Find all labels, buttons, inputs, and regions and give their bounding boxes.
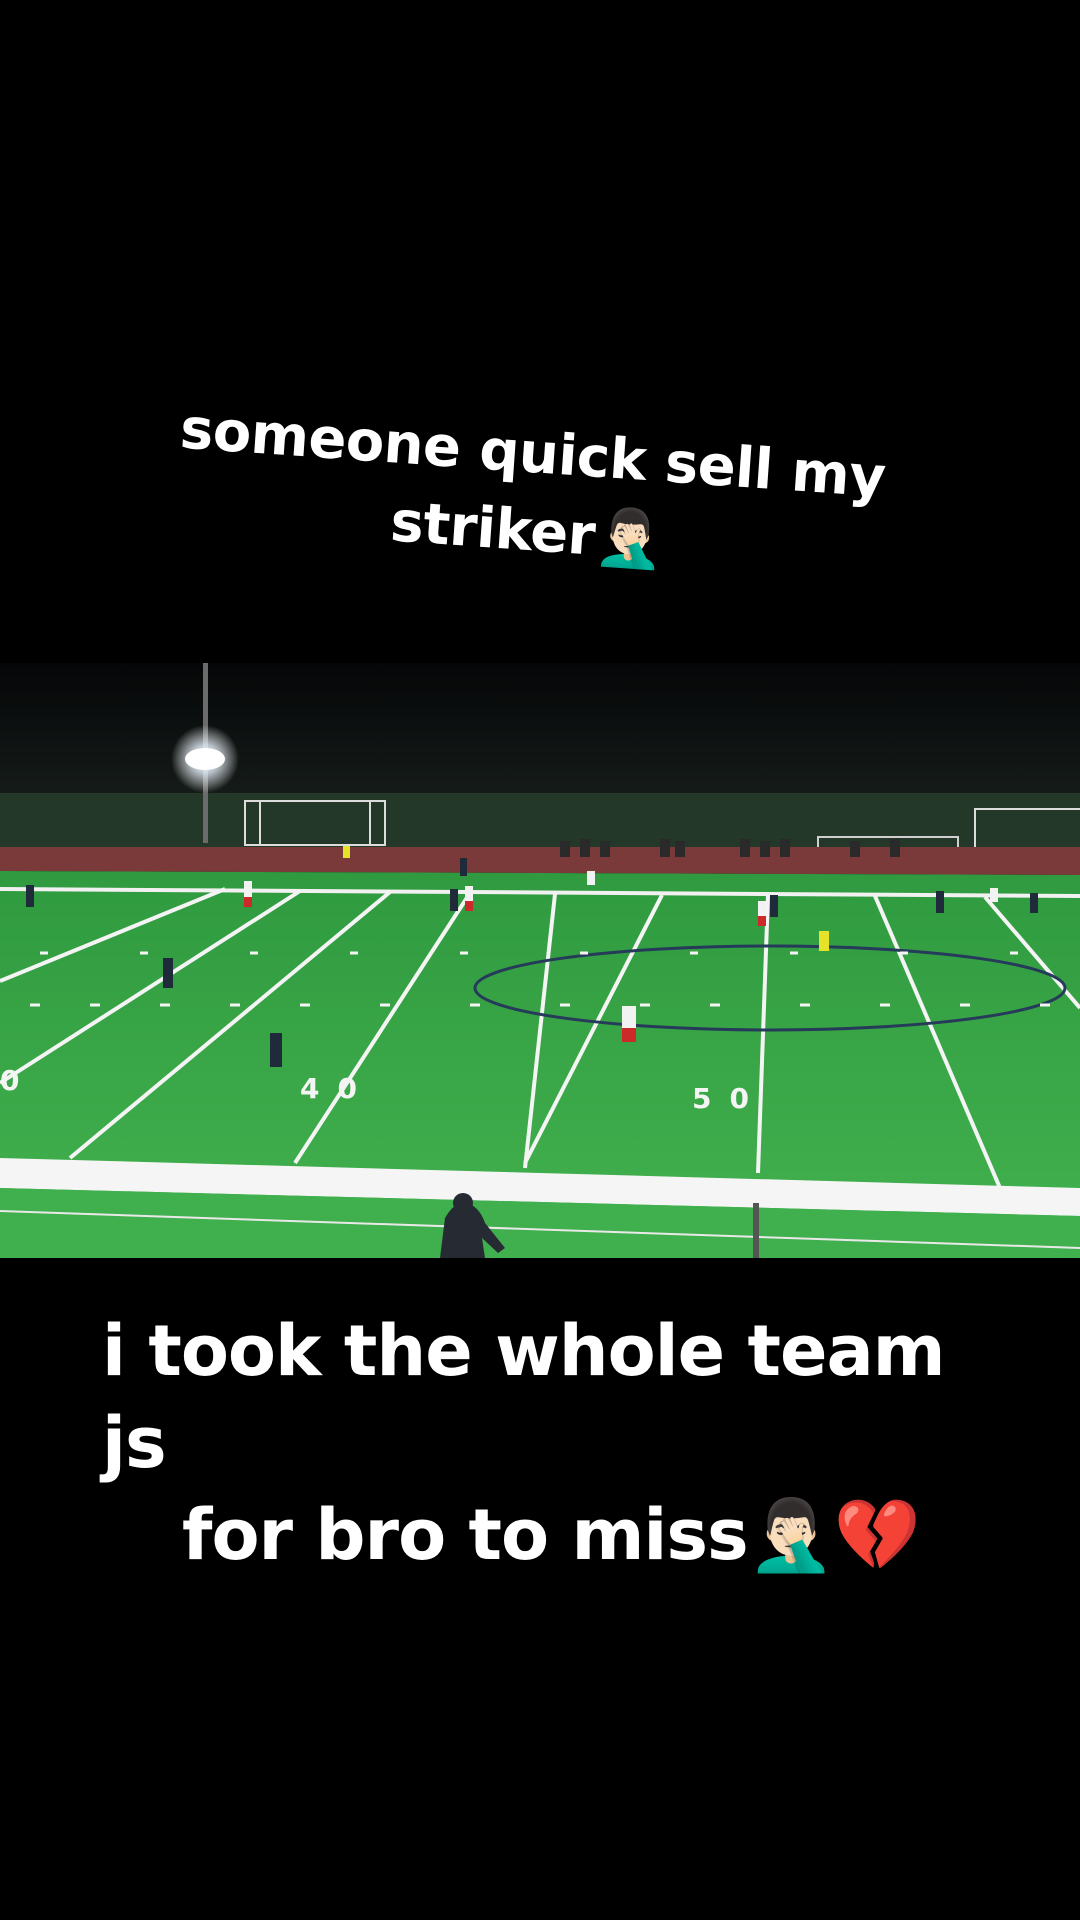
running-track <box>0 847 1080 875</box>
facepalm-emoji-icon: 🤦🏻‍♂️ <box>747 1494 835 1576</box>
bottom-caption-line2: for bro to miss <box>182 1494 749 1576</box>
yard-number-0: 0 <box>0 1064 19 1097</box>
video-screen: someone quick sell my striker🤦🏻‍♂️ <box>0 0 1080 1920</box>
distant-grass <box>0 793 1080 848</box>
top-caption-line2: striker <box>388 489 598 569</box>
soccer-field-video[interactable]: 0 40 50 <box>0 663 1080 1258</box>
field-scene: 0 40 50 <box>0 663 1080 1258</box>
facepalm-emoji-icon: 🤦🏻‍♂️ <box>592 503 667 574</box>
top-caption-line1: someone quick sell my <box>178 396 888 511</box>
camera-pole <box>753 1203 759 1258</box>
yard-number-40: 40 <box>300 1072 375 1105</box>
top-caption: someone quick sell my striker🤦🏻‍♂️ <box>145 389 914 598</box>
bottom-caption: i took the whole team js for bro to miss… <box>40 1305 980 1581</box>
bottom-caption-line1: i took the whole team js <box>102 1310 946 1484</box>
broken-heart-emoji-icon: 💔 <box>833 1494 921 1576</box>
yard-number-50: 50 <box>692 1082 767 1115</box>
